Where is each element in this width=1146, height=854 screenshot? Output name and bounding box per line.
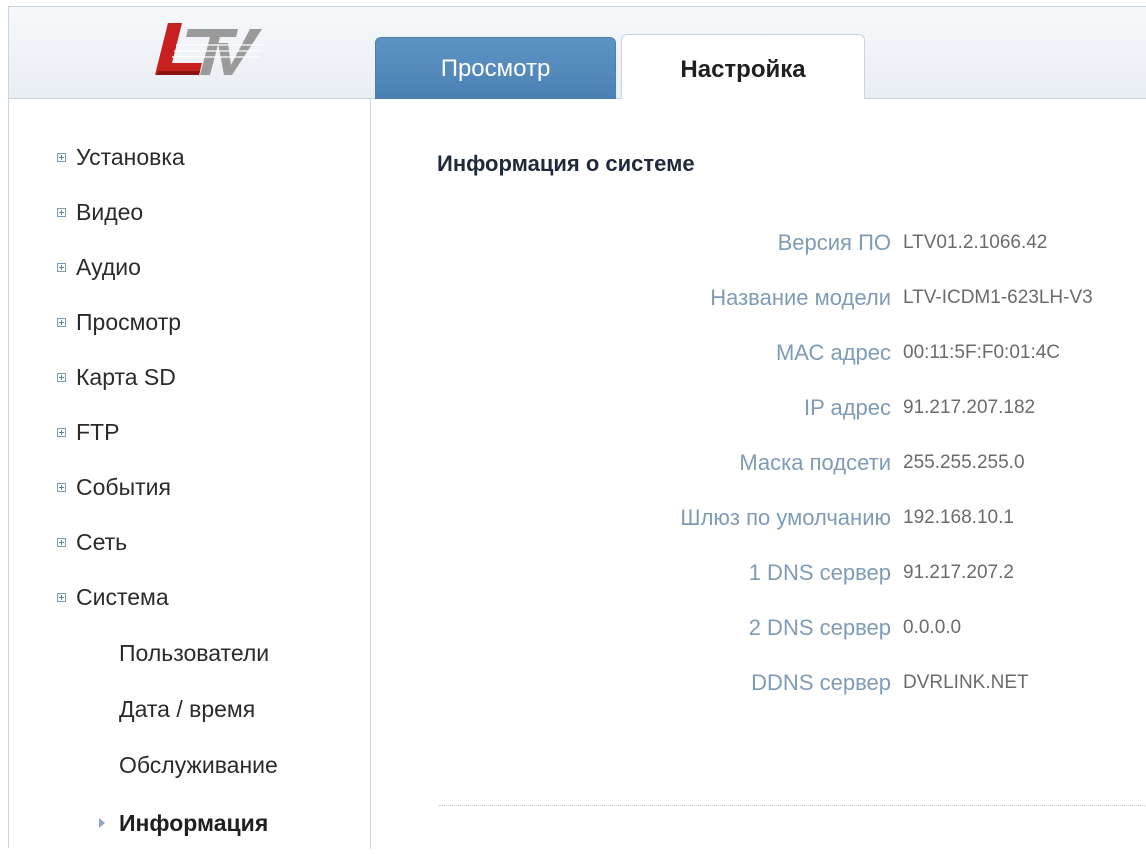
sidebar-item-label: Карта SD xyxy=(76,363,176,390)
expand-icon xyxy=(57,482,66,492)
divider xyxy=(439,805,1146,806)
sidebar: Установка Видео Аудио Просмотр Карта SD … xyxy=(9,99,371,849)
info-label-dns1: 1 DNS сервер xyxy=(748,560,891,585)
sidebar-item-label: FTP xyxy=(76,418,120,445)
expand-icon xyxy=(57,207,66,217)
tab-view[interactable]: Просмотр xyxy=(375,37,616,99)
info-label-gateway: Шлюз по умолчанию xyxy=(680,505,891,530)
info-value-subnet: 255.255.255.0 xyxy=(903,452,1025,473)
sidebar-item-label: Сеть xyxy=(76,528,128,555)
info-label-ip: IP адрес xyxy=(803,395,891,420)
info-label-model: Название модели xyxy=(710,285,891,310)
header: Просмотр Настройка xyxy=(9,7,1146,100)
main-content: Информация о системе Версия ПО LTV01.2.1… xyxy=(371,99,1146,849)
sidebar-subitem-maintenance[interactable]: Обслуживание xyxy=(119,745,278,785)
sidebar-item-label: Система xyxy=(76,583,169,610)
info-value-mac: 00:11:5F:F0:01:4C xyxy=(903,342,1061,363)
expand-icon xyxy=(57,372,66,382)
sidebar-item-ftp[interactable]: FTP xyxy=(9,412,119,452)
info-value-firmware: LTV01.2.1066.42 xyxy=(903,232,1048,253)
expand-icon xyxy=(57,592,66,602)
app-frame: Просмотр Настройка Установка Видео Аудио… xyxy=(8,6,1146,849)
expand-icon xyxy=(57,317,66,327)
section-title: Информация о системе xyxy=(437,151,695,176)
info-value-ddns: DVRLINK.NET xyxy=(903,672,1029,693)
sidebar-item-sd-card[interactable]: Карта SD xyxy=(9,357,176,397)
info-label-dns2: 2 DNS сервер xyxy=(748,615,891,640)
sidebar-subitem-information[interactable]: Информация xyxy=(119,803,268,843)
sidebar-item-label: Аудио xyxy=(76,253,141,280)
info-label-firmware: Версия ПО xyxy=(777,230,891,255)
sidebar-item-video[interactable]: Видео xyxy=(9,192,143,232)
sidebar-item-events[interactable]: События xyxy=(9,467,171,507)
info-value-gateway: 192.168.10.1 xyxy=(903,507,1014,528)
info-value-ip: 91.217.207.182 xyxy=(903,397,1036,418)
info-value-dns2: 0.0.0.0 xyxy=(903,617,962,638)
sidebar-item-installation[interactable]: Установка xyxy=(9,137,185,177)
sidebar-subitem-users[interactable]: Пользователи xyxy=(119,633,269,673)
expand-icon xyxy=(57,152,66,162)
info-label-ddns: DDNS сервер xyxy=(751,670,891,695)
info-label-mac: МАС адрес xyxy=(775,340,891,365)
expand-icon xyxy=(57,427,66,437)
sidebar-item-audio[interactable]: Аудио xyxy=(9,247,141,287)
caret-right-icon xyxy=(99,818,105,828)
sidebar-item-network[interactable]: Сеть xyxy=(9,522,127,562)
ltv-logo xyxy=(155,23,264,75)
info-value-model: LTV-ICDM1-623LH-V3 xyxy=(903,287,1093,308)
sidebar-item-label: Просмотр xyxy=(76,308,182,335)
sidebar-item-system[interactable]: Система xyxy=(9,577,169,617)
sidebar-item-label: Видео xyxy=(76,198,144,225)
expand-icon xyxy=(57,537,66,547)
sidebar-item-label: События xyxy=(76,473,171,500)
info-value-dns1: 91.217.207.2 xyxy=(903,562,1014,583)
sidebar-item-view[interactable]: Просмотр xyxy=(9,302,181,342)
sidebar-subitem-date-time[interactable]: Дата / время xyxy=(119,689,255,729)
expand-icon xyxy=(57,262,66,272)
tab-settings[interactable]: Настройка xyxy=(621,34,865,100)
info-label-subnet: Маска подсети xyxy=(739,450,891,475)
sidebar-item-label: Установка xyxy=(76,143,185,170)
